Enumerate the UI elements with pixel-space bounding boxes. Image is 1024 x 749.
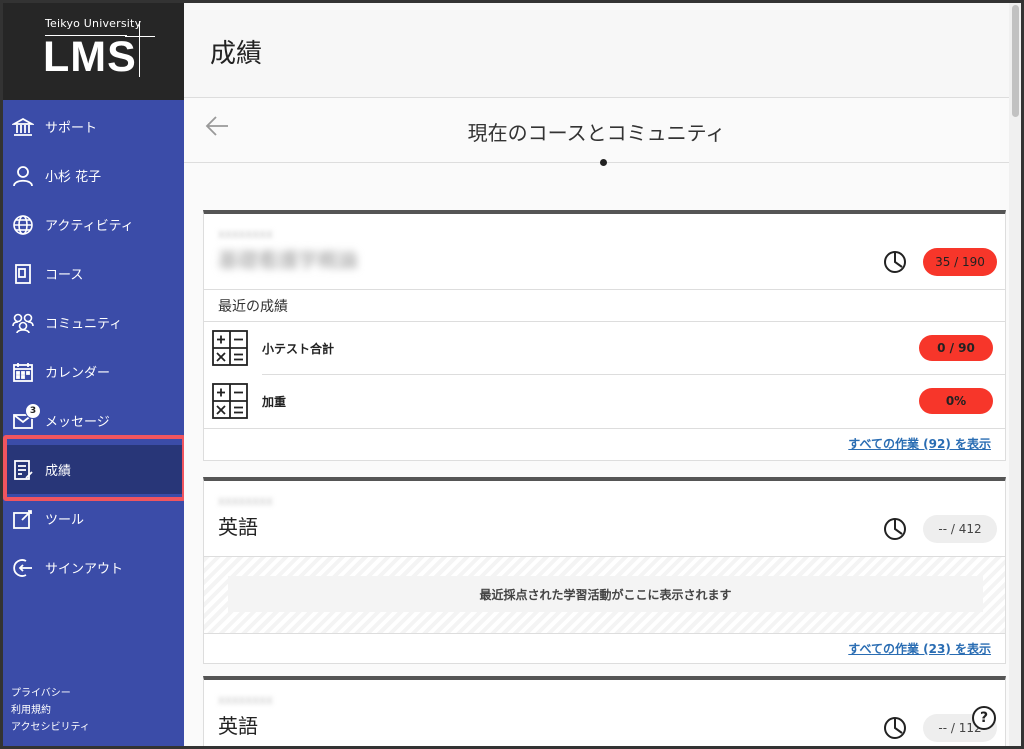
course-card: XXXXXXXX 英語 -- / 112 (203, 676, 1006, 746)
course-name: 英語 (218, 714, 258, 738)
sidebar-item-label: メッセージ (45, 415, 110, 430)
pie-chart-icon (883, 716, 907, 740)
empty-message: 最近採点された学習活動がここに表示されます (228, 576, 983, 612)
sidebar-nav: サポート 小杉 花子 アクティビティ コース コミュニティ カレンダー 3 メッ… (3, 100, 184, 592)
course-card-header[interactable]: XXXXXXXX 英語 -- / 412 (204, 481, 1005, 557)
logo-plus-vertical (139, 21, 140, 77)
recent-grades-title: 最近の成績 (204, 290, 1005, 322)
globe-icon (11, 213, 35, 237)
building-icon (11, 115, 35, 139)
sidebar-item-label: 小杉 花子 (45, 170, 102, 185)
scrollbar-thumb[interactable] (1012, 5, 1019, 117)
user-icon (11, 164, 35, 188)
grade-item-score: 0% (919, 388, 993, 414)
page-title: 成績 (210, 39, 263, 69)
pie-chart-icon (883, 250, 907, 274)
sidebar-item-label: サインアウト (45, 562, 124, 577)
view-all-link[interactable]: すべての作業 (23) を表示 (848, 640, 991, 657)
vertical-scrollbar[interactable] (1009, 3, 1021, 746)
logo-subtitle: Teikyo University (45, 17, 142, 30)
card-footer: すべての作業 (23) を表示 (204, 634, 1005, 662)
course-score: 35 / 190 (923, 248, 997, 276)
calendar-icon (11, 360, 35, 384)
people-icon (11, 311, 35, 335)
grade-row[interactable]: 小テスト合計 0 / 90 (212, 322, 1005, 375)
subheader: 現在のコースとコミュニティ (184, 99, 1009, 163)
unread-badge: 3 (25, 402, 41, 419)
course-name: 英語 (218, 515, 258, 539)
logo-title: LMS (43, 33, 137, 81)
section-title: 現在のコースとコミュニティ (467, 121, 726, 145)
course-code-redacted: XXXXXXXX (218, 230, 273, 241)
sidebar-item-label: コース (45, 268, 84, 283)
privacy-link[interactable]: プライバシー (11, 685, 90, 702)
calculator-icon (212, 330, 248, 366)
sidebar-item-label: ツール (45, 513, 85, 528)
course-card-header[interactable]: XXXXXXXX 基礎看護学概論 35 / 190 (204, 214, 1005, 290)
page-header: 成績 (184, 3, 1009, 98)
terms-link[interactable]: 利用規約 (11, 702, 90, 719)
course-score: -- / 412 (923, 515, 997, 543)
course-card: XXXXXXXX 英語 -- / 412 最近採点された学習活動がここに表示され… (203, 477, 1006, 664)
sidebar: Teikyo University LMS サポート 小杉 花子 アクティビティ… (3, 3, 184, 746)
sidebar-item-tools[interactable]: ツール (3, 494, 184, 543)
grade-item-name: 加重 (262, 395, 287, 409)
app-window: Teikyo University LMS サポート 小杉 花子 アクティビティ… (3, 3, 1021, 746)
sidebar-item-profile[interactable]: 小杉 花子 (3, 151, 184, 200)
logo[interactable]: Teikyo University LMS (3, 3, 184, 100)
course-code-redacted: XXXXXXXX (218, 497, 273, 508)
book-icon (11, 262, 35, 286)
main-content: 成績 現在のコースとコミュニティ XXXXXXXX 基礎看護学概論 35 / 1… (184, 3, 1009, 746)
sidebar-item-activity[interactable]: アクティビティ (3, 200, 184, 249)
sidebar-item-calendar[interactable]: カレンダー (3, 347, 184, 396)
sidebar-item-label: サポート (45, 121, 98, 136)
grade-item-score: 0 / 90 (919, 335, 993, 361)
sidebar-item-community[interactable]: コミュニティ (3, 298, 184, 347)
grade-row[interactable]: 加重 0% (212, 375, 1005, 428)
sidebar-footer: プライバシー 利用規約 アクセシビリティ (11, 685, 90, 736)
view-all-link[interactable]: すべての作業 (92) を表示 (848, 435, 991, 452)
pie-chart-icon (883, 517, 907, 541)
sidebar-item-signout[interactable]: サインアウト (3, 543, 184, 592)
logo-plus-horizontal (125, 36, 155, 37)
course-card: XXXXXXXX 基礎看護学概論 35 / 190 最近の成績 小テスト合計 0… (203, 210, 1006, 461)
accessibility-link[interactable]: アクセシビリティ (11, 719, 90, 736)
course-card-header[interactable]: XXXXXXXX 英語 -- / 112 (204, 680, 1005, 746)
empty-state: 最近採点された学習活動がここに表示されます (204, 557, 1005, 634)
course-code-redacted: XXXXXXXX (218, 696, 273, 707)
edit-icon (11, 507, 35, 531)
help-icon[interactable]: ? (972, 706, 996, 730)
calculator-icon (212, 383, 248, 419)
signout-icon (11, 556, 35, 580)
card-footer: すべての作業 (92) を表示 (204, 428, 1005, 456)
course-name: 基礎看護学概論 (218, 248, 358, 272)
carousel-dot[interactable] (600, 159, 607, 166)
grade-item-name: 小テスト合計 (262, 342, 335, 356)
sidebar-item-label: コミュニティ (45, 317, 123, 332)
sidebar-item-label: アクティビティ (45, 219, 134, 234)
mail-icon: 3 (11, 402, 41, 433)
sidebar-item-label: カレンダー (45, 366, 111, 381)
grades-highlight-box (3, 435, 186, 501)
sidebar-item-courses[interactable]: コース (3, 249, 184, 298)
sidebar-item-support[interactable]: サポート (3, 102, 184, 151)
